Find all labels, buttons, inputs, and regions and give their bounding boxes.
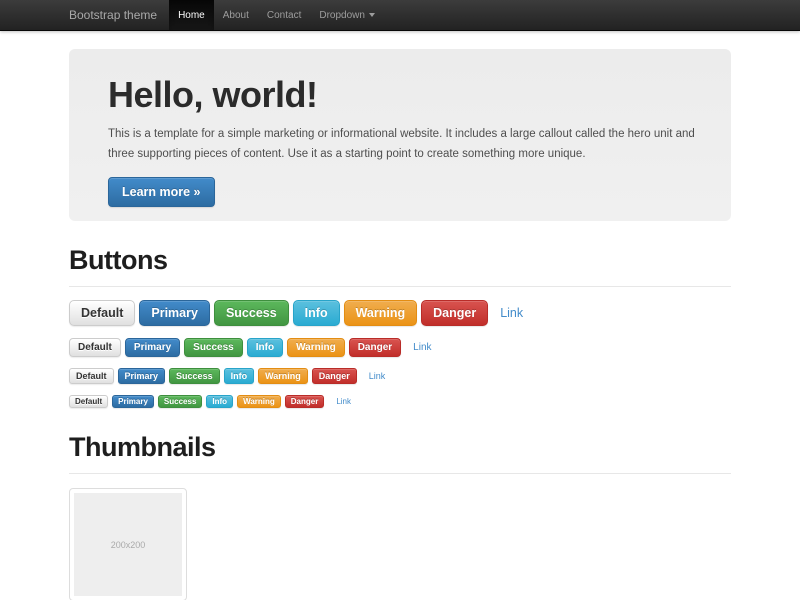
nav-item-dropdown[interactable]: Dropdown	[310, 0, 384, 30]
link-button-xs[interactable]: Link	[336, 397, 351, 406]
info-button-medium[interactable]: Info	[247, 338, 283, 357]
nav-item-contact-label: Contact	[267, 10, 301, 21]
button-row-small: Default Primary Success Info Warning Dan…	[69, 368, 731, 384]
nav-item-home-label: Home	[178, 10, 205, 21]
thumbnails-section-heading: Thumbnails	[69, 433, 731, 474]
hero-title: Hello, world!	[108, 75, 711, 115]
danger-button-small[interactable]: Danger	[312, 368, 357, 384]
caret-down-icon	[369, 13, 375, 17]
info-button-xs[interactable]: Info	[206, 395, 233, 408]
nav-item-dropdown-label: Dropdown	[319, 10, 365, 21]
learn-more-button[interactable]: Learn more »	[108, 177, 215, 207]
navbar-menu: Home About Contact Dropdown	[169, 0, 384, 30]
link-button-small[interactable]: Link	[369, 371, 386, 381]
warning-button-small[interactable]: Warning	[258, 368, 308, 384]
navbar: Bootstrap theme Home About Contact Dropd…	[0, 0, 800, 31]
danger-button-xs[interactable]: Danger	[285, 395, 325, 408]
primary-button-xs[interactable]: Primary	[112, 395, 154, 408]
button-row-large: Default Primary Success Info Warning Dan…	[69, 300, 731, 326]
warning-button-medium[interactable]: Warning	[287, 338, 345, 357]
nav-item-contact[interactable]: Contact	[258, 0, 310, 30]
thumbnail-placeholder-image: 200x200	[74, 493, 182, 596]
brand-link[interactable]: Bootstrap theme	[69, 0, 169, 30]
success-button-xs[interactable]: Success	[158, 395, 202, 408]
link-button-large[interactable]: Link	[500, 306, 523, 320]
default-button-xs[interactable]: Default	[69, 395, 108, 408]
nav-item-about-label: About	[223, 10, 249, 21]
success-button-small[interactable]: Success	[169, 368, 220, 384]
buttons-section-heading: Buttons	[69, 246, 731, 287]
link-button-medium[interactable]: Link	[413, 342, 431, 353]
warning-button-xs[interactable]: Warning	[237, 395, 281, 408]
nav-item-about[interactable]: About	[214, 0, 258, 30]
thumbnail-item[interactable]: 200x200	[69, 488, 187, 600]
default-button-small[interactable]: Default	[69, 368, 114, 384]
success-button-medium[interactable]: Success	[184, 338, 243, 357]
nav-item-home[interactable]: Home	[169, 0, 214, 30]
hero-description: This is a template for a simple marketin…	[108, 124, 704, 164]
primary-button-large[interactable]: Primary	[139, 300, 210, 326]
danger-button-medium[interactable]: Danger	[349, 338, 401, 357]
thumbnail-placeholder-label: 200x200	[111, 540, 146, 550]
danger-button-large[interactable]: Danger	[421, 300, 488, 326]
success-button-large[interactable]: Success	[214, 300, 289, 326]
info-button-small[interactable]: Info	[224, 368, 255, 384]
button-row-default: Default Primary Success Info Warning Dan…	[69, 338, 731, 357]
hero-unit: Hello, world! This is a template for a s…	[69, 49, 731, 221]
primary-button-medium[interactable]: Primary	[125, 338, 180, 357]
default-button-large[interactable]: Default	[69, 300, 135, 326]
default-button-medium[interactable]: Default	[69, 338, 121, 357]
info-button-large[interactable]: Info	[293, 300, 340, 326]
warning-button-large[interactable]: Warning	[344, 300, 418, 326]
button-row-extra-small: Default Primary Success Info Warning Dan…	[69, 395, 731, 408]
primary-button-small[interactable]: Primary	[118, 368, 166, 384]
